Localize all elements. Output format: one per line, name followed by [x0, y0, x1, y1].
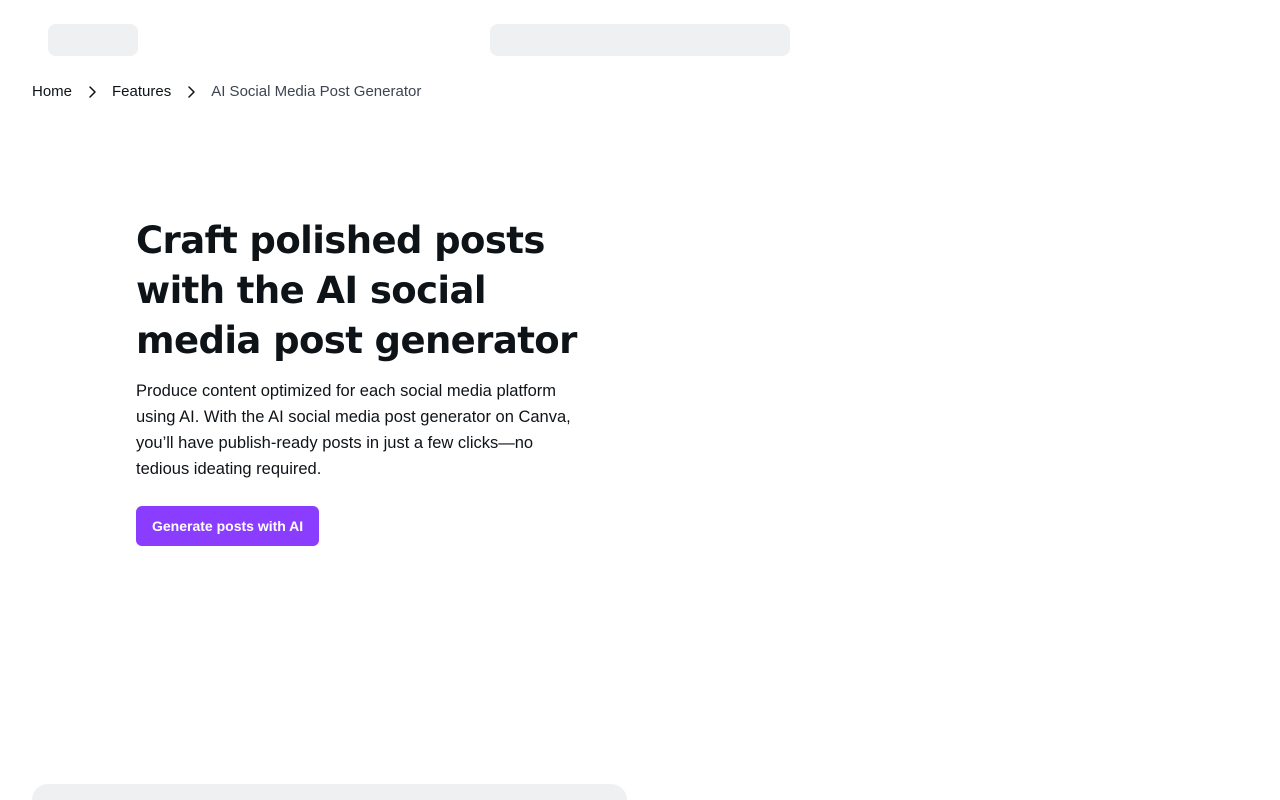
breadcrumb-home-link[interactable]: Home [32, 80, 72, 104]
hero-description: Produce content optimized for each socia… [136, 382, 571, 478]
breadcrumb-features-link[interactable]: Features [112, 80, 171, 104]
chevron-right-icon [72, 80, 112, 104]
breadcrumb-current-page: AI Social Media Post Generator [211, 83, 422, 100]
hero-section: Craft polished posts with the AI social … [136, 216, 596, 546]
logo-placeholder [48, 24, 138, 56]
breadcrumb: Home Features AI Social Media Post Gener… [32, 80, 421, 104]
chevron-right-icon [171, 80, 211, 104]
generate-posts-button[interactable]: Generate posts with AI [136, 506, 320, 546]
content-card-placeholder [32, 784, 627, 800]
page: Home Features AI Social Media Post Gener… [0, 0, 1280, 800]
search-placeholder [490, 24, 790, 56]
page-title: Craft polished posts with the AI social … [136, 219, 577, 362]
